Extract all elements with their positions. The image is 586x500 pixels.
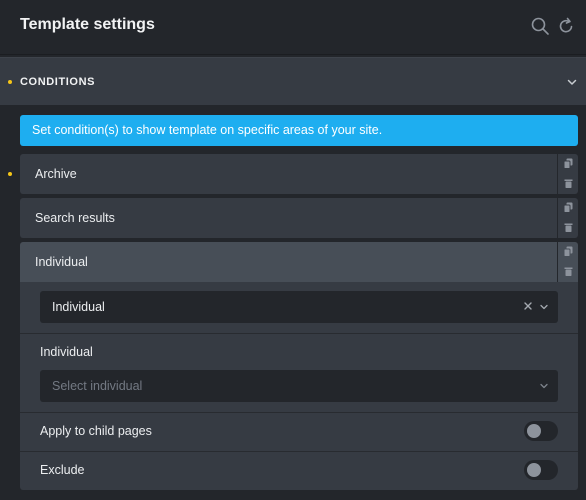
condition-label: Archive [35, 167, 77, 181]
chevron-down-icon[interactable] [539, 302, 549, 312]
copy-icon[interactable] [563, 246, 574, 257]
condition-actions [557, 242, 578, 282]
condition-actions [557, 154, 578, 194]
apply-to-child-pages-label: Apply to child pages [40, 424, 152, 438]
modified-indicator-dot [8, 172, 12, 176]
panel-title: Template settings [20, 16, 155, 33]
chevron-down-icon[interactable] [566, 76, 578, 88]
condition-row-individual[interactable]: Individual [20, 242, 578, 282]
divider [20, 412, 578, 413]
modified-indicator-dot [8, 80, 12, 84]
condition-type-select[interactable]: Individual [40, 291, 558, 323]
condition-actions [557, 198, 578, 238]
individual-select-placeholder: Select individual [52, 379, 143, 393]
condition-label: Search results [35, 211, 115, 225]
copy-icon[interactable] [563, 202, 574, 213]
condition-row-search-results[interactable]: Search results [20, 198, 578, 238]
condition-type-value: Individual [52, 300, 105, 314]
apply-to-child-pages-toggle[interactable] [524, 421, 558, 441]
individual-condition-panel: Individual Individual Select individual … [20, 282, 578, 490]
condition-row-archive[interactable]: Archive [20, 154, 578, 194]
info-banner: Set condition(s) to show template on spe… [20, 115, 578, 146]
toggle-knob [527, 424, 541, 438]
trash-icon[interactable] [563, 266, 574, 277]
trash-icon[interactable] [563, 222, 574, 233]
conditions-section-title: CONDITIONS [20, 76, 96, 88]
exclude-label: Exclude [40, 463, 85, 477]
search-icon[interactable] [530, 16, 550, 36]
clear-icon[interactable] [523, 301, 533, 311]
condition-label: Individual [35, 255, 88, 269]
panel-header: Template settings [0, 0, 586, 55]
chevron-down-icon[interactable] [539, 381, 549, 391]
toggle-knob [527, 463, 541, 477]
reload-icon[interactable] [556, 16, 576, 36]
individual-field-label: Individual [40, 345, 93, 359]
individual-select[interactable]: Select individual [40, 370, 558, 402]
divider [20, 333, 578, 334]
exclude-toggle[interactable] [524, 460, 558, 480]
divider [20, 451, 578, 452]
conditions-section-header[interactable]: CONDITIONS [0, 57, 586, 105]
copy-icon[interactable] [563, 158, 574, 169]
trash-icon[interactable] [563, 178, 574, 189]
